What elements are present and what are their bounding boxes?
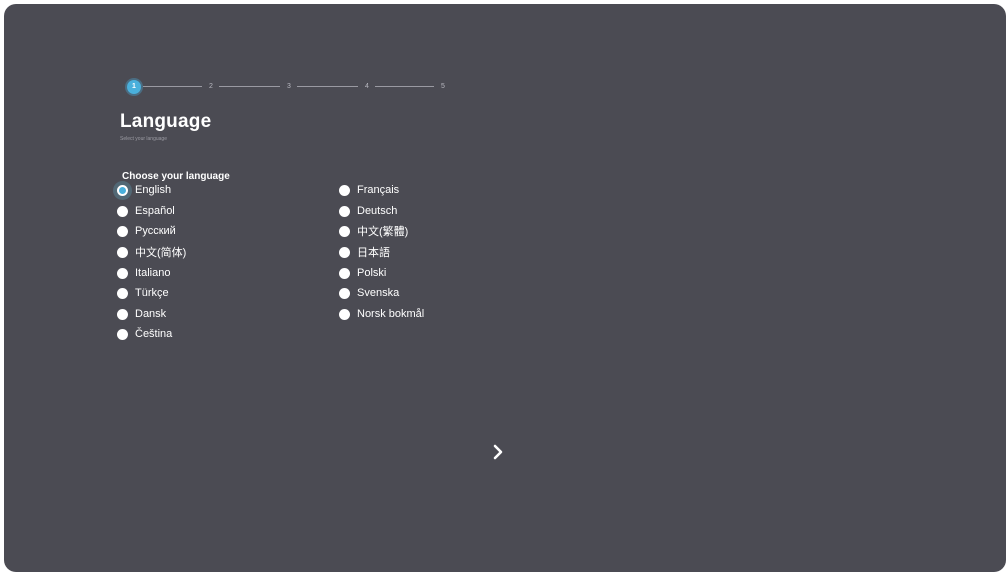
step-divider (219, 86, 280, 87)
language-label: Svenska (357, 287, 400, 299)
radio-icon[interactable] (339, 308, 350, 320)
language-option-deutsch[interactable]: Deutsch (339, 204, 397, 218)
language-option-polski[interactable]: Polski (339, 266, 386, 280)
language-label: 日本語 (357, 247, 390, 259)
step-divider (375, 86, 434, 87)
radio-icon[interactable] (339, 225, 350, 237)
page-title: Language (120, 111, 212, 132)
language-label: 中文(简体) (135, 247, 187, 259)
language-option-dansk[interactable]: Dansk (117, 307, 166, 321)
language-label: Polski (357, 267, 387, 279)
stepper: 1 2 3 4 5 (127, 80, 457, 94)
language-label: Français (357, 184, 400, 196)
radio-selected-icon[interactable] (117, 184, 128, 196)
step-5: 5 (441, 83, 445, 90)
language-option-francais[interactable]: Français (339, 183, 399, 197)
radio-icon[interactable] (339, 287, 350, 299)
language-label: Italiano (135, 267, 171, 279)
step-divider (297, 86, 358, 87)
radio-icon[interactable] (339, 205, 350, 217)
language-option-japanese[interactable]: 日本語 (339, 245, 390, 259)
language-label: Dansk (135, 308, 167, 320)
step-2: 2 (209, 83, 213, 90)
radio-icon[interactable] (117, 267, 128, 279)
language-option-english[interactable]: English (117, 183, 171, 197)
language-label: 中文(繁體) (357, 226, 409, 238)
radio-icon[interactable] (117, 205, 128, 217)
language-option-turkce[interactable]: Türkçe (117, 286, 169, 300)
radio-icon[interactable] (117, 308, 128, 320)
radio-icon[interactable] (117, 246, 128, 258)
language-label: Русский (135, 225, 176, 237)
radio-icon[interactable] (339, 246, 350, 258)
step-3: 3 (287, 83, 291, 90)
language-option-cestina[interactable]: Čeština (117, 327, 172, 341)
radio-icon[interactable] (339, 267, 350, 279)
language-option-svenska[interactable]: Svenska (339, 286, 399, 300)
radio-icon[interactable] (117, 328, 128, 340)
next-button[interactable] (484, 440, 512, 464)
language-label: Čeština (135, 328, 173, 340)
radio-icon[interactable] (117, 225, 128, 237)
language-option-norsk[interactable]: Norsk bokmål (339, 307, 424, 321)
section-label: Choose your language (122, 171, 230, 182)
step-1: 1 (127, 80, 141, 94)
chevron-right-icon (493, 444, 503, 460)
language-label: Deutsch (357, 205, 398, 217)
language-option-chinese-simplified[interactable]: 中文(简体) (117, 245, 186, 259)
language-label: English (135, 184, 172, 196)
step-divider (143, 86, 202, 87)
language-label: Español (135, 205, 175, 217)
step-4: 4 (365, 83, 369, 90)
language-label: Norsk bokmål (357, 308, 425, 320)
language-option-italiano[interactable]: Italiano (117, 266, 170, 280)
language-label: Türkçe (135, 287, 169, 299)
radio-icon[interactable] (117, 287, 128, 299)
page-subtitle: Select your language (120, 136, 167, 142)
setup-screen: 1 2 3 4 5 Language Select your language … (4, 4, 1006, 572)
language-option-chinese-traditional[interactable]: 中文(繁體) (339, 224, 408, 238)
radio-icon[interactable] (339, 184, 350, 196)
language-option-russian[interactable]: Русский (117, 224, 176, 238)
language-option-espanol[interactable]: Español (117, 204, 175, 218)
